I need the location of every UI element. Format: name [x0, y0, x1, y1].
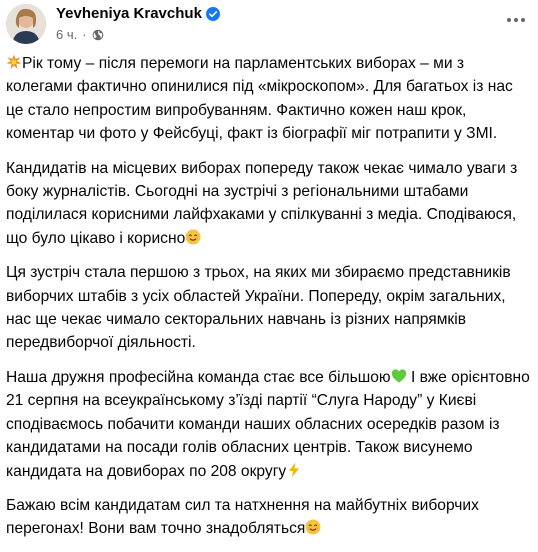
- post-meta: 6 ч. ·: [56, 27, 104, 42]
- post-text: Рік тому – після перемоги на парламентсь…: [6, 52, 532, 552]
- paragraph-1-text: Рік тому – після перемоги на парламентсь…: [6, 55, 513, 143]
- post-header: Yevheniya Kravchuk 6 ч. ·: [0, 0, 538, 52]
- paragraph-5: Бажаю всім кандидатам сил та натхнення н…: [6, 494, 532, 541]
- author-name[interactable]: Yevheniya Kravchuk: [56, 5, 202, 22]
- smiling-face-icon: [185, 229, 201, 245]
- paragraph-5-text: Бажаю всім кандидатам сил та натхнення н…: [6, 496, 479, 538]
- globe-icon[interactable]: [92, 29, 104, 41]
- more-dots-icon: [507, 18, 525, 22]
- paragraph-1: Рік тому – після перемоги на парламентсь…: [6, 52, 532, 146]
- sparkle-burst-icon: [6, 54, 22, 70]
- post-timestamp[interactable]: 6 ч.: [56, 27, 77, 42]
- more-options-button[interactable]: [504, 8, 528, 32]
- smiling-face-icon: [305, 519, 321, 535]
- paragraph-3-text: Ця зустріч стала першою з трьох, на яких…: [6, 264, 511, 352]
- facebook-post: Yevheniya Kravchuk 6 ч. · Рік тому – піс…: [0, 0, 538, 537]
- verified-badge-icon: [205, 6, 220, 21]
- avatar-photo: [6, 4, 46, 44]
- meta-separator: ·: [82, 27, 87, 42]
- lightning-icon: [286, 462, 302, 478]
- paragraph-2-text: Кандидатів на місцевих виборах попереду …: [6, 159, 518, 247]
- paragraph-4: Наша дружня професійна команда стає все …: [6, 366, 532, 483]
- paragraph-2: Кандидатів на місцевих виборах попереду …: [6, 157, 532, 251]
- paragraph-3: Ця зустріч стала першою з трьох, на яких…: [6, 261, 532, 355]
- paragraph-4-text-a: Наша дружня професійна команда стає все …: [6, 368, 391, 386]
- author-line: Yevheniya Kravchuk: [56, 5, 220, 22]
- green-heart-icon: [391, 368, 407, 384]
- avatar[interactable]: [6, 4, 46, 44]
